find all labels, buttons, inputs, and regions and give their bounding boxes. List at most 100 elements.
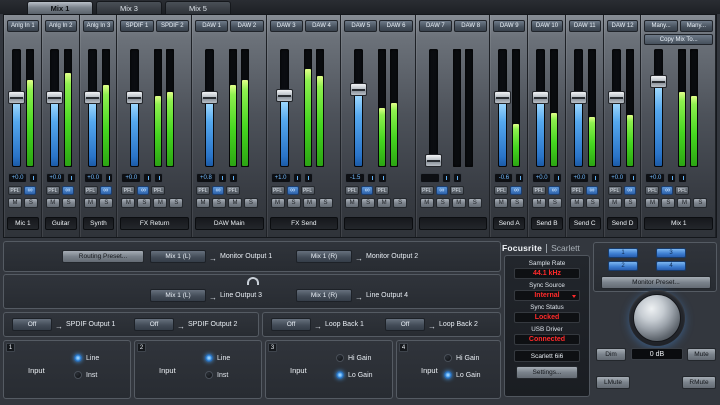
- channel-name[interactable]: Guitar: [45, 217, 77, 230]
- radio-button[interactable]: [336, 371, 344, 379]
- dim-button[interactable]: Dim: [596, 348, 626, 361]
- channel-name[interactable]: Send C: [569, 217, 601, 230]
- radio-button[interactable]: [74, 371, 82, 379]
- pan-control[interactable]: [629, 173, 638, 183]
- solo-button[interactable]: S: [287, 198, 301, 208]
- right-mute-button[interactable]: RMute: [682, 376, 716, 389]
- mute-button[interactable]: M: [271, 198, 285, 208]
- fader-handle[interactable]: [608, 91, 625, 104]
- stereo-link-button[interactable]: ∞: [287, 186, 299, 195]
- mute-button[interactable]: M: [121, 198, 135, 208]
- solo-button[interactable]: S: [319, 198, 333, 208]
- fader-handle[interactable]: [532, 91, 549, 104]
- solo-button[interactable]: S: [99, 198, 113, 208]
- solo-button[interactable]: S: [212, 198, 226, 208]
- fader-handle[interactable]: [425, 154, 442, 167]
- pfl-button[interactable]: PFL: [494, 186, 508, 195]
- mute-button[interactable]: M: [494, 198, 508, 208]
- source-select-button[interactable]: Off: [385, 318, 425, 331]
- mute-button[interactable]: M: [570, 198, 584, 208]
- radio-button[interactable]: [444, 371, 452, 379]
- input-route-button[interactable]: SPDIF 2: [156, 20, 189, 32]
- channel-name[interactable]: Mic 1: [7, 217, 39, 230]
- source-select-button[interactable]: Off: [134, 318, 174, 331]
- mute-button[interactable]: M: [452, 198, 466, 208]
- pfl-button[interactable]: PFL: [271, 186, 285, 195]
- solo-button[interactable]: S: [436, 198, 450, 208]
- input-route-button[interactable]: DAW 3: [270, 20, 303, 32]
- input-route-button[interactable]: DAW 9: [493, 20, 525, 32]
- pfl-button[interactable]: PFL: [375, 186, 389, 195]
- input-route-button[interactable]: Anlg In 3: [83, 20, 115, 32]
- pan-control[interactable]: [367, 173, 376, 183]
- radio-option[interactable]: Hi Gain: [444, 354, 490, 362]
- fader-handle[interactable]: [494, 91, 511, 104]
- mute-button[interactable]: M: [303, 198, 317, 208]
- input-route-button[interactable]: DAW 10: [531, 20, 563, 32]
- fader-track[interactable]: [88, 49, 97, 167]
- pan-control[interactable]: [293, 173, 302, 183]
- input-route-button[interactable]: Anlg In 2: [45, 20, 77, 32]
- fader-track[interactable]: [50, 49, 59, 167]
- monitor-output-button-3[interactable]: 3: [656, 248, 686, 258]
- radio-option[interactable]: Hi Gain: [336, 354, 382, 362]
- pfl-button[interactable]: PFL: [532, 186, 546, 195]
- mute-button[interactable]: M: [8, 198, 22, 208]
- solo-button[interactable]: S: [361, 198, 375, 208]
- stereo-link-button[interactable]: ∞: [137, 186, 149, 195]
- pfl-button[interactable]: PFL: [420, 186, 434, 195]
- pfl-button[interactable]: PFL: [675, 186, 689, 195]
- sync-source-select[interactable]: Internal: [514, 290, 580, 301]
- sample-rate-value[interactable]: 44.1 kHz: [514, 268, 580, 279]
- solo-button[interactable]: S: [548, 198, 562, 208]
- pfl-button[interactable]: PFL: [301, 186, 315, 195]
- radio-option[interactable]: Inst: [74, 371, 120, 379]
- monitor-output-button-2[interactable]: 2: [608, 261, 638, 271]
- input-route-button[interactable]: DAW 5: [344, 20, 377, 32]
- fader-handle[interactable]: [276, 89, 293, 102]
- channel-name[interactable]: [344, 217, 413, 230]
- channel-name[interactable]: FX Send: [270, 217, 339, 230]
- fader-track[interactable]: [354, 49, 363, 167]
- pfl-button[interactable]: PFL: [121, 186, 135, 195]
- radio-button[interactable]: [205, 371, 213, 379]
- fader-handle[interactable]: [46, 91, 63, 104]
- fader-track[interactable]: [429, 49, 438, 167]
- monitor-preset-button[interactable]: Monitor Preset...: [601, 276, 711, 289]
- fader-track[interactable]: [130, 49, 139, 167]
- solo-button[interactable]: S: [393, 198, 407, 208]
- pan-control[interactable]: [154, 173, 163, 183]
- channel-name[interactable]: Send B: [531, 217, 563, 230]
- input-route-button[interactable]: DAW 8: [454, 20, 487, 32]
- pan-control[interactable]: [553, 173, 562, 183]
- solo-button[interactable]: S: [468, 198, 482, 208]
- input-route-button[interactable]: DAW 2: [230, 20, 263, 32]
- mute-button[interactable]: M: [420, 198, 434, 208]
- mute-button[interactable]: M: [345, 198, 359, 208]
- pfl-button[interactable]: PFL: [450, 186, 464, 195]
- radio-option[interactable]: Line: [74, 354, 120, 362]
- fader-handle[interactable]: [201, 91, 218, 104]
- channel-name[interactable]: Synth: [83, 217, 115, 230]
- stereo-link-button[interactable]: ∞: [548, 186, 560, 195]
- input-route-button[interactable]: Many...: [644, 20, 677, 32]
- solo-button[interactable]: S: [169, 198, 183, 208]
- radio-button[interactable]: [205, 354, 213, 362]
- tab-mix-1[interactable]: Mix 1: [27, 1, 93, 14]
- mute-button[interactable]: M: [645, 198, 659, 208]
- routing-preset-button[interactable]: Routing Preset...: [62, 250, 144, 263]
- fader-track[interactable]: [12, 49, 21, 167]
- radio-option[interactable]: Lo Gain: [336, 371, 382, 379]
- pfl-button[interactable]: PFL: [84, 186, 98, 195]
- pan-control[interactable]: [105, 173, 114, 183]
- input-route-button[interactable]: Many...: [680, 20, 713, 32]
- solo-button[interactable]: S: [661, 198, 675, 208]
- pan-control[interactable]: [304, 173, 313, 183]
- fader-track[interactable]: [536, 49, 545, 167]
- stereo-link-button[interactable]: ∞: [24, 186, 36, 195]
- solo-button[interactable]: S: [586, 198, 600, 208]
- mute-button[interactable]: M: [228, 198, 242, 208]
- input-route-button[interactable]: DAW 4: [305, 20, 338, 32]
- channel-name[interactable]: [419, 217, 488, 230]
- mute-button[interactable]: M: [677, 198, 691, 208]
